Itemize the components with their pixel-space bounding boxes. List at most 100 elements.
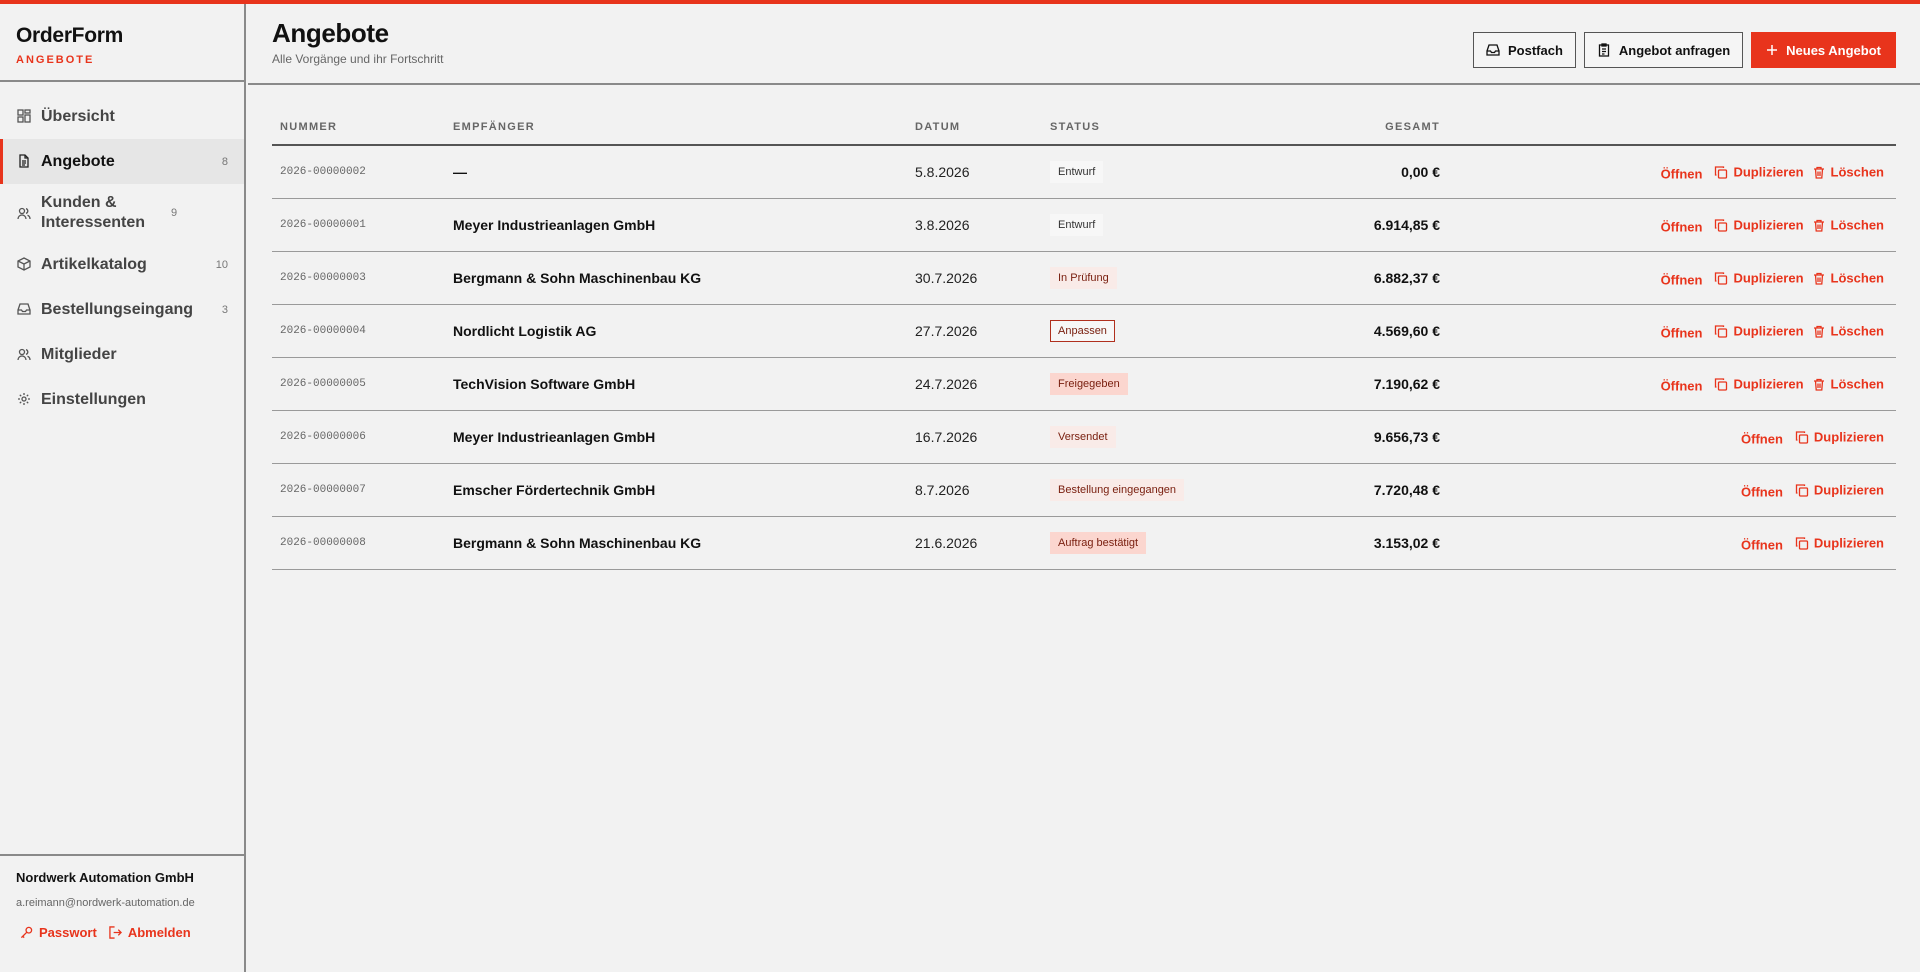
plus-icon	[1766, 44, 1778, 56]
sidebar-item-count: 10	[215, 258, 228, 271]
duplicate-button[interactable]: Duplizieren	[1714, 164, 1804, 180]
row-actions: Öffnen Duplizieren Löschen	[1661, 163, 1884, 182]
quote-recipient: Meyer Industrieanlagen GmbH	[453, 217, 656, 233]
open-button[interactable]: Öffnen	[1661, 379, 1703, 394]
sidebar-item-settings[interactable]: Einstellungen	[0, 377, 244, 422]
brand-name: OrderForm	[16, 24, 123, 47]
duplicate-label: Duplizieren	[1813, 482, 1884, 498]
inbox-icon	[17, 302, 31, 316]
sidebar-item-members[interactable]: Mitglieder	[0, 332, 244, 377]
duplicate-button[interactable]: Duplizieren	[1714, 218, 1804, 233]
delete-label: Löschen	[1830, 270, 1884, 286]
status-cell: Bestellung eingegangen	[1050, 479, 1185, 501]
quote-total: 9.656,73 €	[1373, 429, 1440, 445]
table-row: 2026-00000007 Emscher Fördertechnik GmbH…	[272, 464, 1896, 517]
quote-number: 2026-00000005	[280, 378, 366, 390]
delete-button[interactable]: Löschen	[1812, 324, 1884, 339]
sidebar-item-quotes[interactable]: Angebote 8	[0, 139, 244, 184]
quote-date: 3.8.2026	[915, 217, 970, 233]
duplicate-button[interactable]: Duplizieren	[1795, 536, 1884, 551]
quote-date: 27.7.2026	[915, 323, 978, 339]
open-button[interactable]: Öffnen	[1741, 485, 1783, 500]
trash-icon	[1812, 218, 1826, 232]
quote-date: 24.7.2026	[915, 376, 978, 392]
duplicate-label: Duplizieren	[1813, 429, 1884, 445]
sidebar-item-label: Bestellungseingang	[41, 300, 194, 318]
duplicate-button[interactable]: Duplizieren	[1795, 430, 1884, 445]
grid-icon	[17, 109, 31, 123]
copy-icon	[1714, 377, 1728, 391]
delete-button[interactable]: Löschen	[1812, 377, 1884, 392]
status-badge: Auftrag bestätigt	[1050, 532, 1147, 554]
quote-total: 7.720,48 €	[1373, 482, 1440, 498]
logout-icon	[109, 926, 122, 939]
quote-total: 7.190,62 €	[1373, 376, 1440, 392]
sidebar-item-customers[interactable]: Kunden & Interessenten 9	[0, 184, 244, 242]
open-button[interactable]: Öffnen	[1661, 220, 1703, 235]
column-status: STATUS	[1050, 121, 1101, 133]
account-panel: Nordwerk Automation GmbH a.reimann@nordw…	[0, 854, 244, 972]
status-cell: Freigegeben	[1050, 373, 1128, 395]
table-header: NUMMER EMPFÄNGER DATUM STATUS GESAMT	[272, 116, 1896, 146]
password-link[interactable]: Passwort	[20, 925, 97, 940]
open-button[interactable]: Öffnen	[1661, 273, 1703, 288]
request-quote-button[interactable]: Angebot anfragen	[1583, 32, 1744, 68]
duplicate-button[interactable]: Duplizieren	[1714, 376, 1804, 392]
delete-button[interactable]: Löschen	[1812, 165, 1884, 180]
quote-recipient: Meyer Industrieanlagen GmbH	[453, 429, 656, 445]
document-icon	[17, 154, 31, 168]
clipboard-icon	[1597, 43, 1611, 57]
open-button[interactable]: Öffnen	[1741, 538, 1783, 553]
sidebar-item-count: 9	[171, 207, 178, 219]
duplicate-label: Duplizieren	[1733, 376, 1804, 392]
quote-number: 2026-00000001	[280, 219, 366, 231]
quote-number: 2026-00000008	[280, 537, 366, 549]
page-title: Angebote	[272, 18, 389, 48]
duplicate-label: Duplizieren	[1733, 164, 1804, 180]
new-quote-label: Neues Angebot	[1786, 42, 1881, 58]
column-number: NUMMER	[280, 121, 338, 133]
sidebar-item-catalog[interactable]: Artikelkatalog 10	[0, 242, 244, 287]
status-cell: Anpassen	[1050, 320, 1115, 342]
new-quote-button[interactable]: Neues Angebot	[1751, 32, 1896, 68]
quote-total: 6.882,37 €	[1373, 270, 1440, 286]
quote-number: 2026-00000007	[280, 484, 366, 496]
key-icon	[20, 926, 33, 939]
sidebar-item-label: Einstellungen	[41, 390, 146, 408]
quote-number: 2026-00000002	[280, 166, 366, 178]
main-content: Angebote Alle Vorgänge und ihr Fortschri…	[248, 4, 1920, 972]
row-actions: Öffnen Duplizieren Löschen	[1661, 216, 1884, 235]
header-actions: Postfach Angebot anfragen Neues Angebot	[1473, 32, 1896, 68]
copy-icon	[1714, 165, 1728, 179]
delete-button[interactable]: Löschen	[1812, 218, 1884, 233]
quote-number: 2026-00000004	[280, 325, 366, 337]
logout-label: Abmelden	[127, 925, 191, 940]
status-cell: Auftrag bestätigt	[1050, 532, 1147, 554]
duplicate-button[interactable]: Duplizieren	[1714, 324, 1804, 339]
duplicate-button[interactable]: Duplizieren	[1795, 483, 1884, 498]
open-button[interactable]: Öffnen	[1661, 167, 1703, 182]
brand: OrderForm ANGEBOTE	[0, 4, 244, 82]
open-button[interactable]: Öffnen	[1661, 326, 1703, 341]
sidebar-item-orders[interactable]: Bestellungseingang 3	[0, 287, 244, 332]
trash-icon	[1812, 165, 1826, 179]
column-recipient: EMPFÄNGER	[453, 121, 535, 133]
copy-icon	[1714, 218, 1728, 232]
page-subtitle: Alle Vorgänge und ihr Fortschritt	[272, 52, 444, 66]
inbox-button[interactable]: Postfach	[1473, 32, 1576, 68]
copy-icon	[1714, 324, 1728, 338]
sidebar-item-overview[interactable]: Übersicht	[0, 94, 244, 139]
sidebar-item-label: Kunden & Interessenten	[41, 194, 146, 231]
duplicate-button[interactable]: Duplizieren	[1714, 271, 1804, 286]
sidebar-item-label: Artikelkatalog	[41, 255, 147, 273]
inbox-button-label: Postfach	[1508, 42, 1563, 58]
sidebar: OrderForm ANGEBOTE Übersicht Angebote 8 …	[0, 4, 246, 972]
logout-link[interactable]: Abmelden	[109, 925, 191, 940]
table-row: 2026-00000004 Nordlicht Logistik AG 27.7…	[272, 305, 1896, 358]
open-button[interactable]: Öffnen	[1741, 432, 1783, 447]
delete-label: Löschen	[1830, 376, 1884, 392]
users-icon	[17, 347, 31, 361]
quote-number: 2026-00000006	[280, 431, 366, 443]
delete-button[interactable]: Löschen	[1812, 271, 1884, 286]
column-date: DATUM	[915, 121, 961, 133]
